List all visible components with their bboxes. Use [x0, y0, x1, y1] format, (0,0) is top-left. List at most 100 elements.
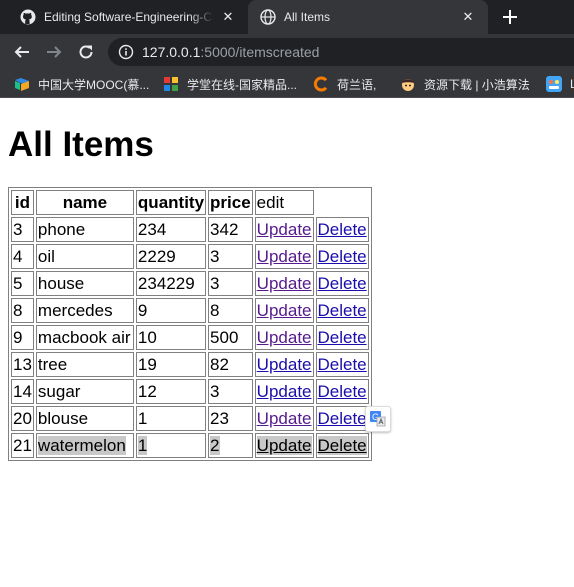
bookmark-label: 资源下载 | 小浩算法 — [424, 77, 530, 92]
app-icon — [546, 76, 562, 92]
translate-icon[interactable]: G — [365, 406, 391, 432]
cell-price: 2 — [208, 433, 253, 458]
header-name: name — [35, 190, 134, 215]
update-link[interactable]: Update — [257, 355, 312, 374]
update-link[interactable]: Update — [257, 301, 312, 320]
quantity-text: 12 — [137, 382, 157, 401]
id-text: 13 — [13, 355, 32, 374]
bookmark-label: 荷兰语, — [337, 77, 377, 92]
xuetang-icon — [163, 76, 179, 92]
arrow-right-icon — [47, 46, 62, 58]
cell-delete: Delete — [315, 325, 369, 350]
cell-delete: Delete — [315, 217, 369, 242]
delete-label: Delete — [317, 328, 367, 347]
table-row: 13 tree 19 82 Update Delete — [11, 352, 369, 377]
tab-all-items[interactable]: All Items ✕ — [248, 0, 488, 34]
cell-quantity: 2229 — [135, 244, 207, 269]
update-link[interactable]: Update — [257, 328, 312, 347]
bookmark-label: 学堂在线-国家精品... — [187, 77, 297, 92]
table-row: 8 mercedes 9 8 Update Delete — [11, 298, 369, 323]
delete-label: Delete — [317, 274, 367, 293]
quantity-text: 1 — [137, 436, 148, 455]
update-link[interactable]: Update — [257, 382, 312, 401]
price-text: 3 — [210, 382, 220, 401]
delete-link[interactable]: Delete — [318, 382, 367, 401]
cell-price: 82 — [208, 352, 253, 377]
quantity-text: 234229 — [137, 274, 195, 293]
close-icon[interactable]: ✕ — [220, 9, 236, 25]
tab-title: Editing Software-Engineering-Cr — [44, 10, 214, 24]
cell-name: house — [35, 271, 134, 296]
name-text: macbook air — [37, 328, 131, 347]
cell-quantity: 234 — [135, 217, 207, 242]
table-row: 9 macbook air 10 500 Update Delete — [11, 325, 369, 350]
table-row: 14 sugar 12 3 Update Delete — [11, 379, 369, 404]
cell-name: phone — [35, 217, 134, 242]
bookmark-dutch[interactable]: 荷兰语, — [313, 75, 376, 93]
id-text: 20 — [13, 409, 32, 428]
delete-link[interactable]: Delete — [317, 436, 367, 455]
update-link[interactable]: Update — [257, 409, 312, 428]
table-row: 21 watermelon 1 2 Update Delete — [11, 433, 369, 458]
update-link[interactable]: Update — [257, 274, 312, 293]
header-quantity: quantity — [135, 190, 207, 215]
delete-link[interactable]: Delete — [318, 274, 367, 293]
name-text: sugar — [37, 382, 81, 401]
cell-update: Update — [254, 244, 314, 269]
cell-name: macbook air — [35, 325, 134, 350]
delete-link[interactable]: Delete — [318, 220, 367, 239]
bookmark-resources[interactable]: 资源下载 | 小浩算法 — [400, 75, 530, 93]
id-text: 14 — [13, 382, 32, 401]
tab-editing[interactable]: Editing Software-Engineering-Cr ✕ — [8, 0, 248, 34]
id-text: 5 — [13, 274, 23, 293]
table-header-row: id name quantity price edit — [11, 190, 369, 215]
bookmark-label: L — [570, 77, 574, 91]
delete-label: Delete — [317, 436, 367, 455]
update-link[interactable]: Update — [257, 247, 312, 266]
cell-delete: Delete — [315, 433, 369, 458]
delete-link[interactable]: Delete — [318, 328, 367, 347]
update-label: Update — [256, 220, 312, 239]
page-content: All Items id name quantity price edit 3p… — [0, 99, 574, 587]
delete-link[interactable]: Delete — [318, 355, 367, 374]
bookmark-xuetang[interactable]: 学堂在线-国家精品... — [163, 75, 297, 93]
close-icon[interactable]: ✕ — [460, 9, 476, 25]
cell-id: 4 — [11, 244, 34, 269]
items-table: id name quantity price edit 3 phone 234 342… — [8, 187, 372, 461]
update-link[interactable]: Update — [256, 436, 312, 455]
quantity-text: 2229 — [137, 247, 176, 266]
cell-update: Update — [254, 325, 314, 350]
name-text: blouse — [37, 409, 89, 428]
bookmark-more[interactable]: L — [546, 75, 574, 93]
forward-button[interactable] — [42, 40, 66, 64]
github-icon — [20, 9, 36, 25]
delete-link[interactable]: Delete — [318, 301, 367, 320]
delete-label: Delete — [317, 220, 367, 239]
new-tab-button[interactable] — [498, 5, 522, 29]
cell-update: Update — [254, 433, 314, 458]
cell-id: 9 — [11, 325, 34, 350]
address-bar[interactable]: 127.0.0.1:5000/itemscreated — [108, 38, 574, 66]
c-orange-icon — [313, 76, 329, 92]
cell-quantity: 9 — [135, 298, 207, 323]
delete-link[interactable]: Delete — [318, 247, 367, 266]
id-text: 21 — [13, 436, 32, 455]
delete-link[interactable]: Delete — [318, 409, 367, 428]
price-text: 342 — [210, 220, 239, 239]
name-text: phone — [37, 220, 86, 239]
update-link[interactable]: Update — [257, 220, 312, 239]
bookmark-mooc[interactable]: 中国大学MOOC(慕... — [14, 75, 149, 93]
reload-button[interactable] — [74, 40, 98, 64]
cell-name: blouse — [35, 406, 134, 431]
name-text: oil — [37, 247, 55, 266]
header-edit: edit — [254, 190, 314, 215]
cell-id: 3 — [11, 217, 34, 242]
delete-label: Delete — [317, 247, 367, 266]
quantity-text: 10 — [137, 328, 157, 347]
info-icon[interactable] — [118, 44, 134, 60]
price-text: 8 — [210, 301, 220, 320]
cell-id: 20 — [11, 406, 34, 431]
price-text: 82 — [210, 355, 229, 374]
cell-name: tree — [35, 352, 134, 377]
back-button[interactable] — [10, 40, 34, 64]
